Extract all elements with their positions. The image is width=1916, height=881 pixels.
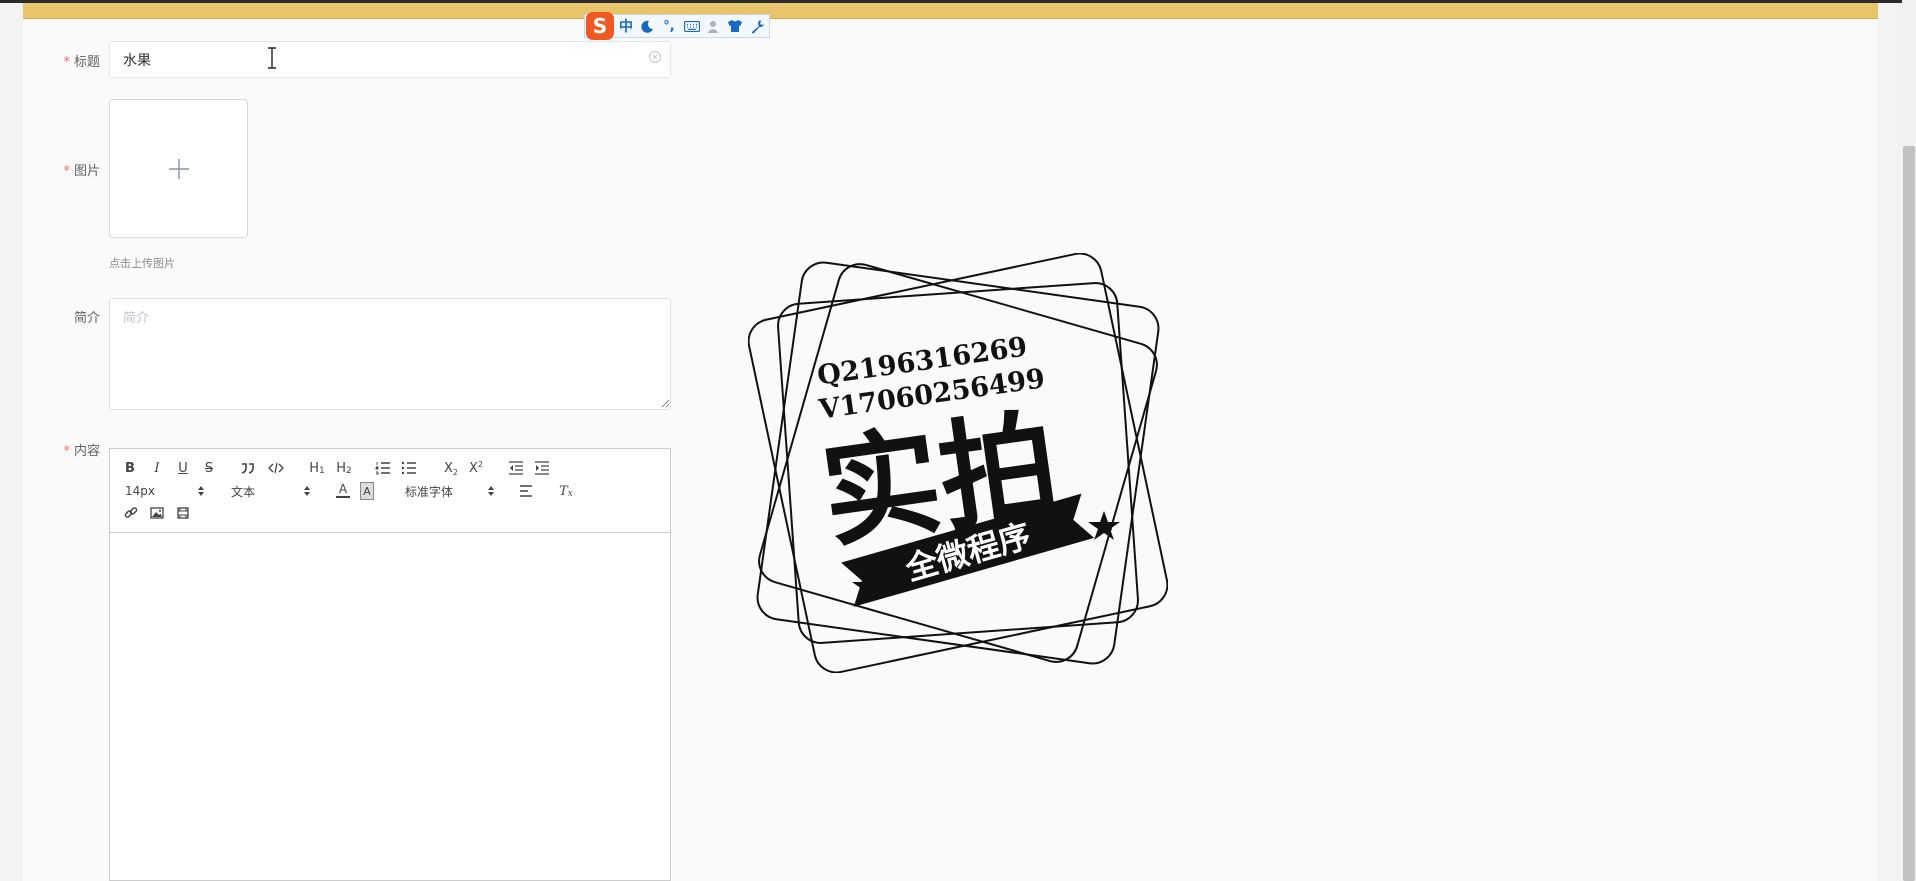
sub-glyph: X <box>444 460 453 476</box>
font-family-select[interactable]: 标准字体 <box>405 482 495 500</box>
image-button[interactable] <box>149 504 165 522</box>
outdent-button[interactable] <box>508 459 524 477</box>
align-button[interactable] <box>518 482 534 500</box>
blockquote-button[interactable] <box>240 459 256 477</box>
editor-content-area[interactable] <box>110 534 670 880</box>
rich-text-editor: B I U S H1 H2 X2 X2 14px 文本 A A 标准字体 T x <box>109 448 671 881</box>
resize-grip-icon[interactable] <box>660 398 670 408</box>
title-input[interactable] <box>109 41 671 78</box>
moon-icon[interactable] <box>640 17 654 35</box>
content-label: * 内容 <box>0 440 100 459</box>
align-left-icon <box>520 485 532 497</box>
indent-button[interactable] <box>534 459 550 477</box>
bold-button[interactable]: B <box>123 459 137 477</box>
video-button[interactable] <box>175 504 191 522</box>
block-format-select[interactable]: 文本 <box>231 482 311 500</box>
select-arrows-icon <box>488 486 494 496</box>
font-size-value: 14px <box>125 484 155 498</box>
shirt-icon[interactable] <box>727 17 743 35</box>
link-button[interactable] <box>123 504 139 522</box>
wrench-icon[interactable] <box>749 17 765 35</box>
clean-glyph: T <box>559 483 568 499</box>
select-arrows-icon <box>304 486 310 496</box>
indent-icon <box>535 461 549 475</box>
content-label-text: 内容 <box>73 444 100 459</box>
italic-button[interactable]: I <box>150 459 164 477</box>
bullet-list-button[interactable] <box>401 459 417 477</box>
notice-banner <box>23 3 1878 19</box>
image-upload-button[interactable] <box>109 99 248 238</box>
block-format-value: 文本 <box>231 484 256 499</box>
scrollbar-thumb[interactable] <box>1903 146 1915 881</box>
background-color-button[interactable]: A <box>360 482 374 500</box>
image-label-text: 图片 <box>73 164 100 179</box>
h1-glyph: H <box>309 460 320 476</box>
font-color-button[interactable]: A <box>336 482 350 498</box>
bullet-list-icon <box>401 461 416 475</box>
font-size-select[interactable]: 14px <box>125 482 205 500</box>
ordered-list-icon <box>375 462 390 475</box>
h2-glyph: H <box>336 460 347 476</box>
plus-icon <box>168 158 189 179</box>
image-icon <box>150 507 164 519</box>
link-icon <box>124 507 138 518</box>
ime-mode-toggle[interactable]: 中 <box>618 17 634 35</box>
ordered-list-button[interactable] <box>375 459 391 477</box>
strikethrough-button[interactable]: S <box>202 459 216 477</box>
ime-punctuation-toggle[interactable]: °, <box>660 17 678 35</box>
outdent-icon <box>509 461 523 475</box>
h1-sub-glyph: 1 <box>319 465 325 476</box>
subscript-button[interactable]: X2 <box>443 459 459 477</box>
font-family-value: 标准字体 <box>405 484 454 499</box>
image-label: * 图片 <box>0 160 100 179</box>
required-mark: * <box>63 55 70 70</box>
upload-hint: 点击上传图片 <box>109 257 175 270</box>
select-arrows-icon <box>198 486 204 496</box>
underline-button[interactable]: U <box>176 459 190 477</box>
header-2-button[interactable]: H2 <box>335 459 353 477</box>
clean-format-button[interactable]: Tx <box>558 482 574 500</box>
editor-toolbar: B I U S H1 H2 X2 X2 14px 文本 A A 标准字体 T x <box>110 449 670 533</box>
text-cursor-icon <box>268 47 276 69</box>
superscript-button[interactable]: X2 <box>468 459 484 477</box>
sup-glyph: X <box>469 460 478 476</box>
clear-icon[interactable] <box>648 50 662 64</box>
video-icon <box>177 507 189 519</box>
code-block-button[interactable] <box>268 459 284 477</box>
required-mark: * <box>63 444 70 459</box>
quote-icon <box>241 463 254 474</box>
title-label-text: 标题 <box>73 55 100 70</box>
header-1-button[interactable]: H1 <box>308 459 326 477</box>
keyboard-icon[interactable] <box>684 17 700 35</box>
title-label: * 标题 <box>0 51 100 70</box>
sup-mark-glyph: 2 <box>477 460 483 469</box>
code-icon <box>268 462 284 474</box>
user-icon[interactable] <box>706 17 720 35</box>
summary-textarea[interactable] <box>109 298 671 410</box>
required-mark: * <box>63 164 70 179</box>
summary-label: 简介 <box>73 311 100 326</box>
clean-mark-glyph: x <box>567 489 573 499</box>
watermark-stamp: Q2196316269 V17060256499 实拍 全微程序 <box>748 253 1168 673</box>
ime-logo-icon[interactable]: S <box>586 12 614 40</box>
h2-sub-glyph: 2 <box>346 465 352 476</box>
sub-mark-glyph: 2 <box>452 467 458 477</box>
